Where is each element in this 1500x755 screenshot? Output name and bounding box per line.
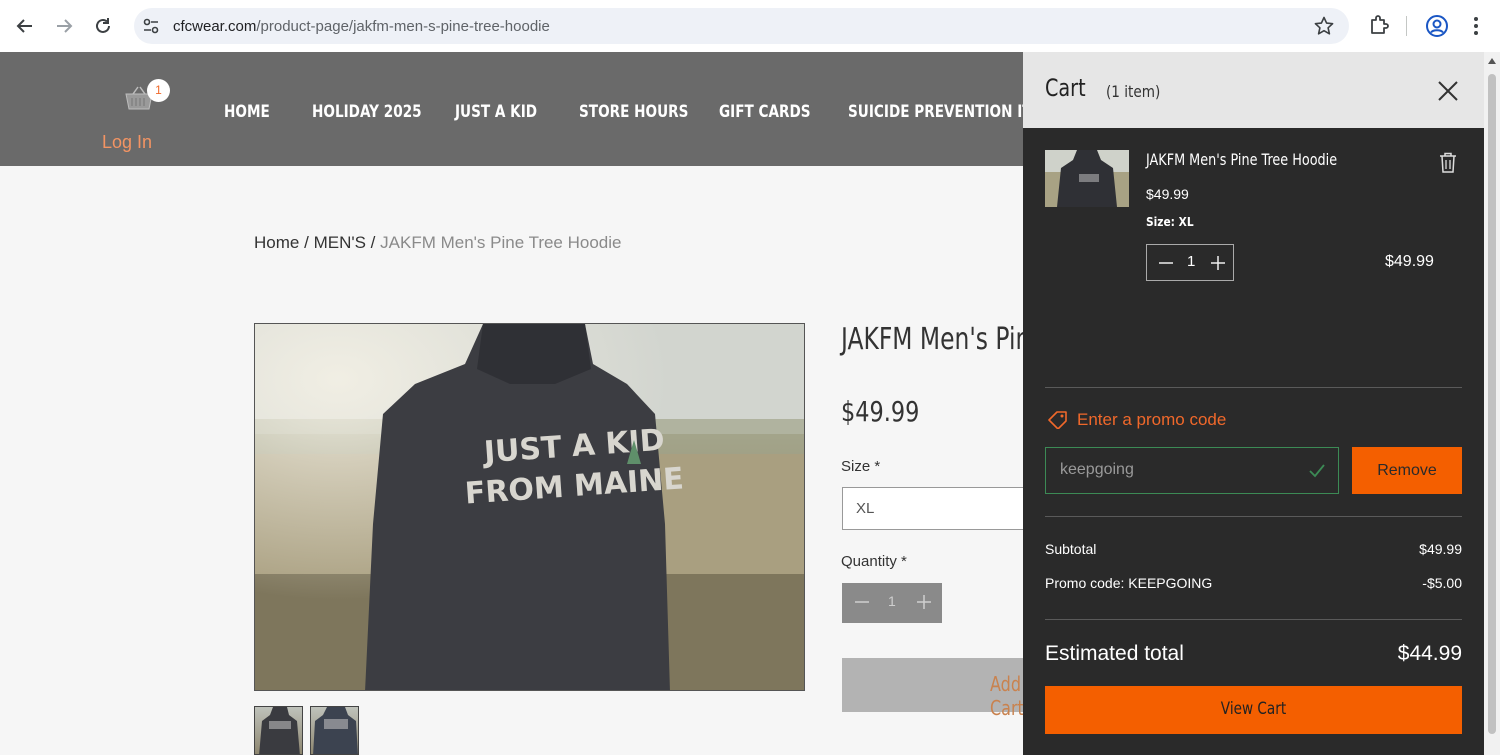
subtotal-value: $49.99	[1419, 541, 1462, 557]
cart-title: Cart (1 item)	[1045, 74, 1160, 102]
address-bar[interactable]: cfcwear.com/product-page/jakfm-men-s-pin…	[134, 8, 1349, 44]
divider	[1045, 619, 1462, 620]
cart-count-badge[interactable]: 1	[147, 79, 170, 102]
trash-icon[interactable]	[1439, 152, 1457, 173]
extensions-icon[interactable]	[1367, 13, 1391, 37]
cart-item-name[interactable]: JAKFM Men's Pine Tree Hoodie	[1146, 150, 1337, 169]
url-path: /product-page/jakfm-men-s-pine-tree-hood…	[256, 18, 550, 35]
estimated-total-value: $44.99	[1397, 642, 1462, 665]
plus-icon[interactable]	[914, 592, 934, 617]
product-main-image[interactable]: JUST A KID FROM MAINE	[254, 323, 805, 691]
breadcrumb-home[interactable]: Home	[254, 233, 299, 252]
size-select-value: XL	[856, 500, 875, 517]
promo-code-input[interactable]: keepgoing	[1045, 447, 1339, 494]
estimated-total-row: Estimated total $44.99	[1045, 642, 1462, 666]
promo-discount-value: -$5.00	[1422, 575, 1462, 591]
breadcrumb: Home / MEN'S / JAKFM Men's Pine Tree Hoo…	[254, 233, 622, 253]
scroll-up-icon[interactable]	[1488, 58, 1496, 64]
breadcrumb-category[interactable]: MEN'S	[314, 233, 366, 252]
product-thumbnail[interactable]	[254, 706, 303, 755]
toolbar-divider	[1406, 16, 1407, 36]
cart-line-total: $49.99	[1385, 253, 1434, 270]
login-link[interactable]: Log In	[102, 132, 152, 153]
breadcrumb-separator: /	[304, 233, 309, 252]
url-text: cfcwear.com/product-page/jakfm-men-s-pin…	[173, 18, 550, 35]
promo-code-link[interactable]: Enter a promo code	[1048, 410, 1226, 430]
minus-icon[interactable]	[852, 592, 872, 617]
close-icon[interactable]	[1437, 80, 1459, 102]
check-icon	[1308, 463, 1326, 484]
nav-label: HOME	[224, 102, 270, 122]
nav-label: HOLIDAY 2025	[312, 102, 422, 122]
cart-item-count: (1 item)	[1106, 82, 1161, 101]
quantity-label: Quantity *	[841, 553, 907, 570]
subtotal-row: Subtotal $49.99	[1045, 541, 1462, 557]
product-price: $49.99	[841, 395, 920, 428]
remove-promo-label: Remove	[1377, 462, 1437, 479]
cart-header: Cart (1 item)	[1023, 52, 1484, 128]
promo-code-applied-label: Promo code: KEEPGOING	[1045, 575, 1213, 591]
page-scrollbar[interactable]	[1484, 52, 1500, 755]
cart-quantity-value[interactable]: 1	[1187, 253, 1195, 270]
nav-home[interactable]: HOME	[224, 102, 281, 122]
nav-store-hours[interactable]: STORE HOURS	[579, 102, 716, 122]
cart-item-price: $49.99	[1146, 186, 1189, 202]
divider	[1045, 387, 1462, 388]
tag-icon	[1048, 411, 1067, 429]
estimated-total-label: Estimated total	[1045, 642, 1184, 665]
quantity-stepper[interactable]: 1	[842, 583, 942, 623]
subtotal-label: Subtotal	[1045, 541, 1097, 557]
view-cart-button[interactable]: View Cart	[1045, 686, 1462, 734]
nav-holiday-2025[interactable]: HOLIDAY 2025	[312, 102, 449, 122]
promo-code-value: keepgoing	[1060, 461, 1134, 478]
nav-label: GIFT CARDS	[719, 102, 811, 122]
nav-just-a-kid[interactable]: JUST A KID	[455, 102, 558, 122]
nav-gift-cards[interactable]: GIFT CARDS	[719, 102, 833, 122]
menu-icon[interactable]	[1466, 14, 1486, 38]
size-label: Size *	[841, 458, 881, 475]
profile-icon[interactable]	[1425, 14, 1449, 38]
nav-suicide-prevention-items[interactable]: SUICIDE PREVENTION ITEMS	[848, 102, 1023, 122]
scrollbar-thumb[interactable]	[1488, 74, 1496, 734]
divider	[1045, 516, 1462, 517]
promo-code-link-text: Enter a promo code	[1077, 410, 1227, 429]
star-icon[interactable]	[1313, 15, 1335, 37]
cart-item-image[interactable]	[1045, 150, 1129, 207]
breadcrumb-current: JAKFM Men's Pine Tree Hoodie	[380, 233, 622, 252]
url-host: cfcwear.com	[173, 18, 257, 35]
remove-promo-button[interactable]: Remove	[1352, 447, 1462, 494]
breadcrumb-separator: /	[370, 233, 376, 252]
minus-icon[interactable]	[1157, 254, 1175, 277]
nav-label: JUST A KID	[455, 102, 538, 122]
reload-icon[interactable]	[90, 13, 116, 39]
cart-quantity-stepper[interactable]: 1	[1146, 244, 1234, 281]
nav-label: SUICIDE PREVENTION ITEMS	[848, 102, 1023, 122]
forward-icon[interactable]	[51, 13, 77, 39]
cart-item-size: Size: XL	[1146, 214, 1194, 229]
quantity-value[interactable]: 1	[888, 593, 896, 609]
back-icon[interactable]	[12, 13, 38, 39]
plus-icon[interactable]	[1209, 254, 1227, 277]
cart-drawer: Cart (1 item) JAKFM Men's Pine Tree Hood…	[1023, 52, 1484, 755]
site-header: 1 Log In HOME HOLIDAY 2025 JUST A KID ST…	[0, 52, 1023, 166]
browser-toolbar: cfcwear.com/product-page/jakfm-men-s-pin…	[0, 0, 1500, 52]
site-info-icon[interactable]	[140, 15, 162, 37]
product-thumbnail[interactable]	[310, 706, 359, 755]
promo-row: Promo code: KEEPGOING -$5.00	[1045, 575, 1462, 591]
nav-label: STORE HOURS	[579, 102, 689, 122]
view-cart-label: View Cart	[1220, 699, 1287, 719]
cart-title-text: Cart	[1045, 74, 1086, 102]
